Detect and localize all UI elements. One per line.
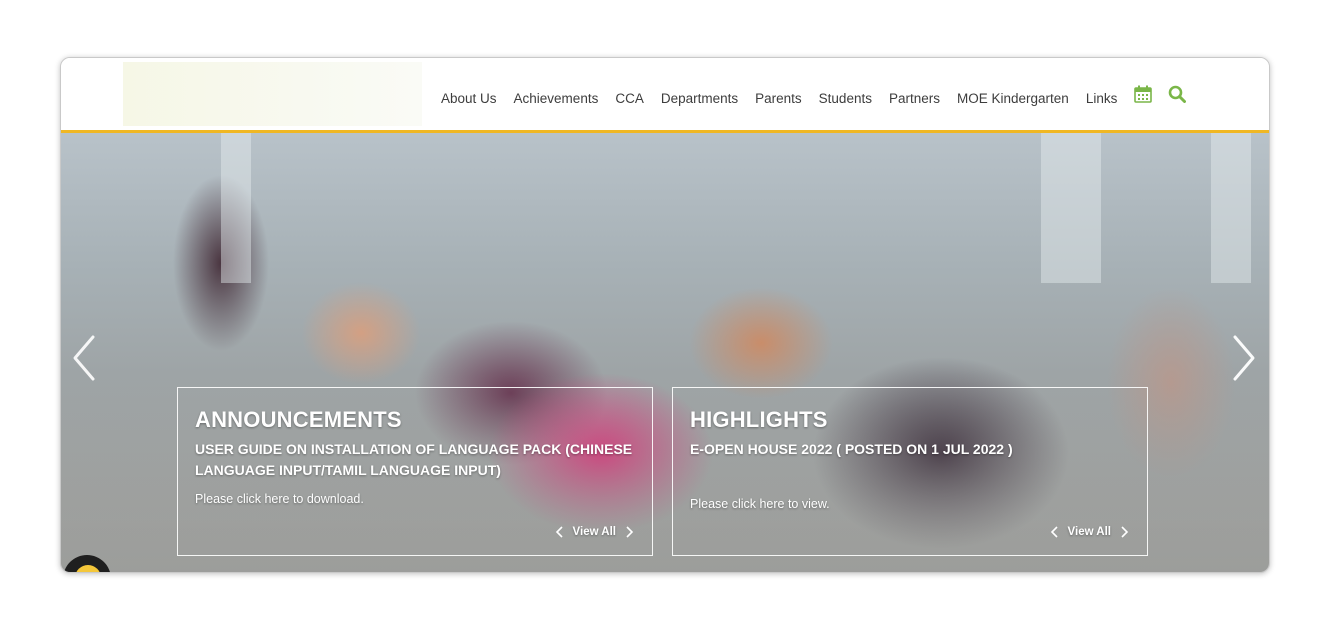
background-window [221,133,251,283]
nav-parents[interactable]: Parents [755,91,802,106]
announcements-title: ANNOUNCEMENTS [195,407,402,432]
nav-moe-kindergarten[interactable]: MOE Kindergarten [957,91,1069,106]
nav-cca[interactable]: CCA [615,91,644,106]
view-all-link[interactable]: View All [1068,526,1111,538]
chevron-right-icon[interactable] [624,526,634,538]
nav-links[interactable]: Links [1086,91,1118,106]
search-icon[interactable] [1168,85,1187,106]
chevron-right-icon[interactable] [1119,526,1129,538]
nav-departments[interactable]: Departments [661,91,738,106]
site-frame: About Us Achievements CCA Departments Pa… [60,57,1270,573]
nav-about-us[interactable]: About Us [441,91,497,106]
nav-partners[interactable]: Partners [889,91,940,106]
announcements-view-all: View All [555,526,634,538]
school-logo[interactable] [123,62,422,126]
announcement-description-link[interactable]: Please click here to download. [195,492,364,506]
chevron-left-icon [73,335,95,381]
chat-icon [75,565,101,572]
calendar-icon[interactable] [1134,85,1153,106]
highlights-title: HIGHLIGHTS [690,407,828,432]
chevron-left-icon[interactable] [555,526,565,538]
highlights-view-all: View All [1050,526,1129,538]
announcements-panel: ANNOUNCEMENTS USER GUIDE ON INSTALLATION… [177,387,653,556]
hero-carousel: ANNOUNCEMENTS USER GUIDE ON INSTALLATION… [61,133,1269,572]
chevron-left-icon[interactable] [1050,526,1060,538]
nav-achievements[interactable]: Achievements [514,91,599,106]
view-all-link[interactable]: View All [573,526,616,538]
highlights-panel: HIGHLIGHTS E-OPEN HOUSE 2022 ( POSTED ON… [672,387,1148,556]
chevron-right-icon [1233,335,1255,381]
site-header: About Us Achievements CCA Departments Pa… [61,58,1269,133]
carousel-prev-button[interactable] [69,333,99,383]
background-window [1211,133,1251,283]
carousel-next-button[interactable] [1229,333,1259,383]
announcement-headline-link[interactable]: USER GUIDE ON INSTALLATION OF LANGUAGE P… [195,439,645,481]
highlight-headline-link[interactable]: E-OPEN HOUSE 2022 ( POSTED ON 1 JUL 2022… [690,439,1140,460]
main-nav: About Us Achievements CCA Departments Pa… [441,85,1202,106]
nav-students[interactable]: Students [819,91,872,106]
highlight-description-link[interactable]: Please click here to view. [690,497,830,511]
background-window [1041,133,1101,283]
